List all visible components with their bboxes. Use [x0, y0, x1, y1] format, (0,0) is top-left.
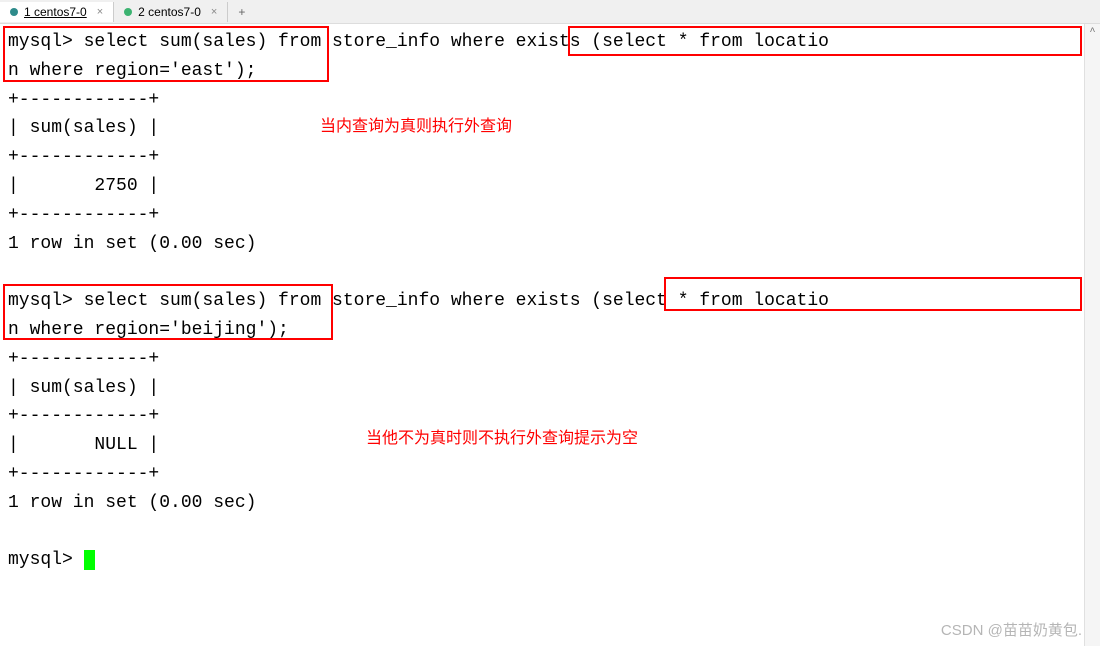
- terminal-line: +------------+: [8, 147, 159, 167]
- terminal-output[interactable]: mysql> select sum(sales) from store_info…: [0, 24, 1084, 646]
- terminal-line: | sum(sales) |: [8, 378, 159, 398]
- terminal-line: n where region='east');: [8, 61, 256, 81]
- terminal-line: 1 row in set (0.00 sec): [8, 493, 256, 513]
- terminal-line: +------------+: [8, 349, 159, 369]
- terminal-line: | 2750 |: [8, 176, 159, 196]
- terminal-line: | sum(sales) |: [8, 118, 159, 138]
- scroll-up-icon[interactable]: ^: [1085, 24, 1100, 40]
- terminal-line: +------------+: [8, 205, 159, 225]
- tab-label: 2 centos7-0: [138, 5, 201, 19]
- terminal-line: mysql> select sum(sales) from store_info…: [8, 32, 829, 52]
- terminal-line: | NULL |: [8, 435, 159, 455]
- tab-status-icon: [124, 8, 132, 16]
- add-tab-button[interactable]: +: [228, 2, 255, 22]
- tab-label: 1 centos7-0: [24, 5, 87, 19]
- terminal-line: +------------+: [8, 406, 159, 426]
- tab-status-icon: [10, 8, 18, 16]
- terminal-line: +------------+: [8, 90, 159, 110]
- tab-2[interactable]: 2 centos7-0 ×: [114, 2, 228, 22]
- terminal-line: +------------+: [8, 464, 159, 484]
- terminal-line: mysql> select sum(sales) from store_info…: [8, 291, 829, 311]
- cursor-icon: [84, 550, 95, 570]
- vertical-scrollbar[interactable]: ^: [1084, 24, 1100, 646]
- close-icon[interactable]: ×: [97, 6, 103, 18]
- terminal-prompt: mysql>: [8, 550, 84, 570]
- tab-1[interactable]: 1 centos7-0 ×: [0, 2, 114, 22]
- close-icon[interactable]: ×: [211, 6, 217, 18]
- terminal-line: n where region='beijing');: [8, 320, 289, 340]
- tab-bar: 1 centos7-0 × 2 centos7-0 × +: [0, 0, 1100, 24]
- terminal-line: 1 row in set (0.00 sec): [8, 234, 256, 254]
